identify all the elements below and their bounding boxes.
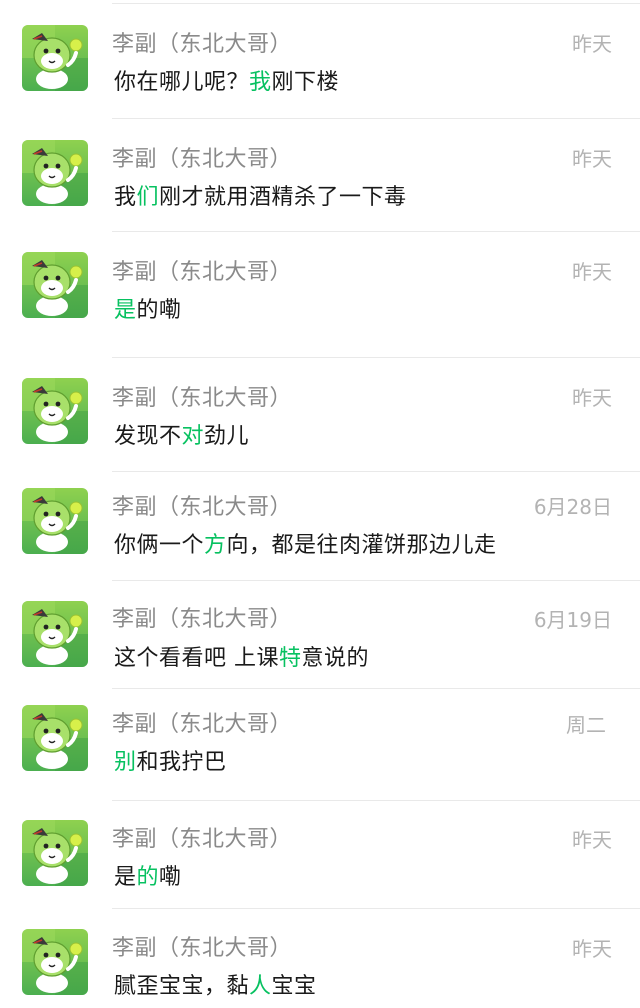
message-snippet: 你在哪儿呢？我刚下楼: [114, 64, 339, 96]
result-item[interactable]: 李副（东北大哥） 6月28日 你俩一个方向，都是往肉灌饼那边儿走: [0, 472, 640, 580]
contact-name: 李副（东北大哥）: [112, 936, 293, 961]
contact-name: 李副（东北大哥）: [112, 827, 293, 852]
snippet-highlight: 是: [114, 298, 137, 323]
result-item[interactable]: 李副（东北大哥） 昨天 我们刚才就用酒精杀了一下毒: [0, 119, 640, 231]
snippet-text: 我: [114, 185, 137, 210]
result-item[interactable]: 李副（东北大哥） 昨天 你在哪儿呢？我刚下楼: [0, 4, 640, 118]
result-item[interactable]: 李副（东北大哥） 昨天 是的嘞: [0, 232, 640, 357]
message-time: 昨天: [572, 386, 612, 410]
result-item[interactable]: 李副（东北大哥） 6月19日 这个看看吧 上课特意说的: [0, 581, 640, 688]
snippet-text: 你俩一个: [114, 533, 205, 558]
snippet-text: 意说的: [301, 646, 370, 671]
contact-name: 李副（东北大哥）: [112, 712, 293, 737]
result-item[interactable]: 李副（东北大哥） 昨天 是的嘞: [0, 801, 640, 908]
message-snippet: 腻歪宝宝，黏人宝宝: [114, 968, 317, 1000]
snippet-text: 嘞: [159, 865, 182, 890]
green-dinosaur-avatar-icon: [22, 252, 88, 318]
snippet-text: 这个看看吧 上课: [114, 646, 279, 671]
snippet-text: 是: [114, 865, 137, 890]
green-dinosaur-avatar-icon: [22, 601, 88, 667]
message-time: 昨天: [572, 828, 612, 852]
contact-name: 李副（东北大哥）: [112, 32, 293, 57]
contact-name: 李副（东北大哥）: [112, 260, 293, 285]
message-snippet: 是的嘞: [114, 859, 182, 891]
snippet-text: 劲儿: [204, 424, 250, 449]
snippet-highlight: 别: [114, 750, 137, 775]
message-snippet: 发现不对劲儿: [114, 418, 249, 450]
result-item[interactable]: 李副（东北大哥） 昨天 腻歪宝宝，黏人宝宝: [0, 909, 640, 1008]
green-dinosaur-avatar-icon: [22, 705, 88, 771]
snippet-text: 向，都是往肉灌饼那边儿走: [226, 533, 497, 558]
contact-name: 李副（东北大哥）: [112, 607, 293, 632]
snippet-highlight: 对: [181, 424, 205, 449]
message-time: 6月19日: [533, 608, 612, 632]
green-dinosaur-avatar-icon: [22, 378, 88, 444]
snippet-highlight: 方: [204, 533, 227, 558]
snippet-text: 你在哪儿呢？: [114, 70, 250, 95]
snippet-text: 发现不: [114, 424, 182, 449]
contact-name: 李副（东北大哥）: [112, 386, 293, 411]
green-dinosaur-avatar-icon: [22, 929, 88, 995]
message-time: 6月28日: [533, 495, 612, 519]
contact-name: 李副（东北大哥）: [112, 147, 293, 172]
search-results-list: 李副（东北大哥） 昨天 你在哪儿呢？我刚下楼 李副（东北大哥） 昨天 我们刚才就…: [0, 0, 640, 1008]
green-dinosaur-avatar-icon: [22, 820, 88, 886]
green-dinosaur-avatar-icon: [22, 488, 88, 554]
message-time: 昨天: [572, 147, 612, 171]
green-dinosaur-avatar-icon: [22, 25, 88, 91]
snippet-highlight: 人: [249, 974, 272, 999]
snippet-highlight: 的: [136, 865, 160, 890]
message-snippet: 是的嘞: [114, 292, 182, 324]
snippet-text: 刚才就用酒精杀了一下毒: [159, 185, 407, 210]
message-snippet: 你俩一个方向，都是往肉灌饼那边儿走: [114, 527, 497, 559]
message-time: 昨天: [572, 937, 612, 961]
message-time: 昨天: [572, 32, 612, 56]
message-time: 周二: [566, 713, 606, 737]
snippet-text: 的嘞: [136, 298, 182, 323]
message-snippet: 这个看看吧 上课特意说的: [114, 640, 369, 672]
snippet-highlight: 我: [249, 70, 272, 95]
snippet-text: 腻歪宝宝，黏: [114, 974, 250, 999]
result-item[interactable]: 李副（东北大哥） 昨天 发现不对劲儿: [0, 358, 640, 471]
message-snippet: 别和我拧巴: [114, 744, 227, 776]
snippet-text: 和我拧巴: [136, 750, 227, 775]
message-snippet: 我们刚才就用酒精杀了一下毒: [114, 179, 407, 211]
result-item[interactable]: 李副（东北大哥） 周二 别和我拧巴: [0, 689, 640, 800]
snippet-highlight: 们: [136, 185, 160, 210]
message-time: 昨天: [572, 260, 612, 284]
contact-name: 李副（东北大哥）: [112, 495, 293, 520]
green-dinosaur-avatar-icon: [22, 140, 88, 206]
snippet-text: 宝宝: [271, 974, 317, 999]
snippet-highlight: 特: [279, 646, 302, 671]
snippet-text: 刚下楼: [271, 70, 340, 95]
